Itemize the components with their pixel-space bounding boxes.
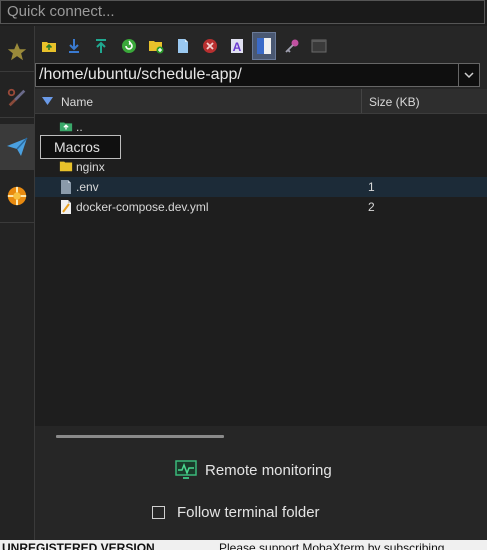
terminal-button[interactable] (308, 34, 330, 58)
svg-text:A: A (233, 40, 242, 54)
file-icon (61, 180, 71, 194)
list-item[interactable]: .. (35, 117, 487, 137)
download-button[interactable] (63, 34, 85, 58)
parent-folder-icon (59, 122, 73, 132)
column-name-header[interactable]: Name (61, 95, 93, 109)
sidebar-help-button[interactable] (0, 176, 34, 216)
key-icon (285, 39, 299, 53)
column-size-header[interactable]: Size (KB) (369, 95, 420, 109)
toggle-panel-button[interactable] (252, 32, 276, 60)
quick-connect-input[interactable]: Quick connect... (0, 0, 485, 24)
file-list: .. nginx .env 1 docker-compose.dev.yml 2 (35, 114, 487, 426)
file-name: .env (76, 180, 99, 194)
upload-button[interactable] (90, 34, 112, 58)
parent-folder-icon (42, 42, 56, 52)
file-name: .. (76, 120, 83, 134)
path-value: /home/ubuntu/schedule-app/ (39, 66, 242, 83)
sftp-toolbar: A (35, 32, 487, 60)
sftp-browser-panel: A /home/ubuntu/schedule-app/ Name Size (… (35, 26, 487, 540)
delete-button[interactable] (199, 34, 221, 58)
permissions-button[interactable] (281, 34, 303, 58)
follow-terminal-label: Follow terminal folder (177, 503, 320, 521)
rename-icon: A (231, 39, 243, 54)
list-item[interactable]: docker-compose.dev.yml 2 (35, 197, 487, 217)
send-icon (7, 136, 28, 156)
file-name: docker-compose.dev.yml (76, 200, 209, 214)
list-item[interactable]: .env 1 (35, 177, 487, 197)
new-file-button[interactable] (172, 34, 194, 58)
list-item[interactable]: nginx (35, 157, 487, 177)
terminal-icon (311, 39, 327, 53)
remote-monitoring-button[interactable]: Remote monitoring (175, 458, 332, 482)
new-file-icon (178, 39, 188, 53)
file-name: nginx (76, 160, 105, 174)
rename-button[interactable]: A (226, 34, 248, 58)
sidebar-sessions-button[interactable] (0, 32, 34, 72)
parent-folder-button[interactable] (38, 34, 60, 58)
sidebar-divider (0, 222, 34, 223)
sort-desc-icon (42, 97, 53, 105)
remote-monitoring-label: Remote monitoring (205, 461, 332, 479)
chevron-down-icon (464, 71, 474, 78)
new-folder-icon (149, 41, 164, 54)
status-bar: UNREGISTERED VERSION Please support Moba… (0, 540, 487, 550)
file-size: 2 (368, 200, 375, 214)
lifebuoy-icon (7, 186, 27, 206)
follow-terminal-folder-checkbox[interactable]: Follow terminal folder (152, 502, 320, 522)
support-message[interactable]: Please support MobaXterm by subscribing (219, 541, 444, 550)
refresh-button[interactable] (118, 34, 140, 58)
star-icon (7, 42, 27, 60)
horizontal-scrollbar[interactable] (56, 435, 224, 438)
yml-file-icon (61, 200, 71, 214)
download-icon (69, 39, 79, 53)
left-sidebar (0, 26, 35, 540)
sidebar-tools-button[interactable] (0, 78, 34, 118)
checkbox[interactable] (152, 505, 165, 519)
refresh-icon (122, 39, 136, 53)
unregistered-label: UNREGISTERED VERSION (2, 541, 155, 550)
file-list-header: Name Size (KB) (35, 89, 487, 114)
monitor-icon (175, 460, 197, 479)
toggle-panel-icon (257, 38, 271, 54)
tools-icon (7, 88, 26, 106)
delete-icon (203, 39, 217, 53)
path-dropdown-button[interactable] (458, 64, 479, 86)
macros-tooltip: Macros (40, 135, 121, 159)
upload-icon (96, 39, 106, 53)
folder-icon (59, 161, 73, 172)
file-size: 1 (368, 180, 375, 194)
path-input[interactable]: /home/ubuntu/schedule-app/ (35, 63, 480, 87)
new-folder-button[interactable] (145, 34, 167, 58)
sidebar-macros-button[interactable] (0, 124, 34, 170)
column-divider[interactable] (361, 89, 362, 113)
